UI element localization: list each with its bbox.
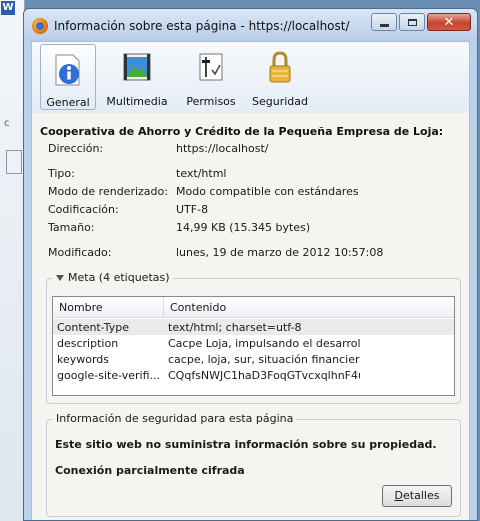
field-value[interactable]: UTF-8 [176,203,208,216]
field-label: Tipo: [48,167,75,180]
field-value[interactable]: text/html [176,167,226,180]
meta-legend: Meta (4 etiquetas) [68,271,170,284]
field-value[interactable]: https://localhost/ [176,142,269,155]
maximize-button[interactable] [399,13,425,31]
security-group: Información de seguridad para esta págin… [46,412,461,517]
table-row[interactable]: keywords cacpe, loja, sur, situación fin… [53,351,454,367]
general-panel: Cooperativa de Ahorro y Crédito de la Pe… [31,113,470,520]
tab-seguridad[interactable]: Seguridad [248,44,312,110]
field-label: Codificación: [48,203,119,216]
tab-general[interactable]: General [40,44,96,110]
media-icon [123,53,151,81]
meta-toggle[interactable]: Meta (4 etiquetas) [53,271,173,284]
close-icon: ✕ [443,14,455,30]
background-text-glyph: c [4,118,10,129]
minimize-button[interactable] [371,13,397,31]
encryption-status: Conexión parcialmente cifrada [55,464,245,477]
tab-multimedia[interactable]: Multimedia [100,44,174,110]
meta-content: cacpe, loja, sur, situación financiera [168,353,360,366]
close-button[interactable]: ✕ [427,13,471,31]
field-label: Modo de renderizado: [48,185,168,198]
page-title: Cooperativa de Ahorro y Crédito de la Pe… [40,125,444,138]
field-value[interactable]: Modo compatible con estándares [176,185,359,198]
table-row[interactable]: description Cacpe Loja, impulsando el de… [53,335,454,351]
tab-seguridad-label: Seguridad [252,95,308,108]
meta-name: Content-Type [57,321,129,334]
meta-table-header: Nombre Contenido [53,297,454,318]
meta-content: Cacpe Loja, impulsando el desarrollo loc… [168,337,360,350]
title-bar[interactable]: Información sobre esta página - https://… [24,9,477,41]
tab-permisos[interactable]: Permisos [179,44,243,110]
tab-multimedia-label: Multimedia [106,95,168,108]
firefox-icon [32,18,48,34]
tab-general-label: General [46,96,90,109]
page-info-window: Información sobre esta página - https://… [23,8,478,521]
expand-triangle-icon [56,275,64,281]
minimize-icon [379,23,389,27]
field-value[interactable]: lunes, 19 de marzo de 2012 10:57:08 [176,246,383,259]
meta-name: description [57,337,119,350]
security-legend: Información de seguridad para esta págin… [53,412,297,425]
table-row[interactable]: google-site-verifi... CQqfsNWJC1haD3FoqG… [53,367,454,383]
column-divider[interactable] [163,297,164,317]
details-label: etalles [403,489,440,502]
tab-permisos-label: Permisos [186,95,236,108]
permissions-icon [199,53,223,81]
tab-toolbar: General Multimedia Permisos Seguridad [31,41,470,114]
background-app: W c [0,0,25,521]
info-icon [55,54,80,86]
background-panel [6,150,22,174]
field-label: Modificado: [48,246,112,259]
details-button[interactable]: Detalles [382,485,452,507]
window-title: Información sobre esta página - https://… [54,19,350,33]
window-controls: ✕ [369,13,471,31]
meta-content: CQqfsNWJC1haD3FoqGTvcxqlhnF4uXFdx1i3lgRp… [168,369,360,382]
meta-table[interactable]: Nombre Contenido Content-Type text/html;… [52,296,455,396]
maximize-icon [407,18,417,26]
column-header-nombre[interactable]: Nombre [59,301,103,314]
column-header-contenido[interactable]: Contenido [170,301,226,314]
lock-icon [269,51,291,83]
meta-name: keywords [57,353,110,366]
meta-name: google-site-verifi... [57,369,161,382]
details-accel: D [394,489,404,502]
meta-group: Meta (4 etiquetas) Nombre Contenido Cont… [46,271,461,404]
ownership-info: Este sitio web no suministra información… [55,438,437,451]
word-app-icon: W [1,1,15,15]
field-label: Tamaño: [48,221,95,234]
field-label: Dirección: [48,142,104,155]
field-value[interactable]: 14,99 KB (15.345 bytes) [176,221,310,234]
table-row[interactable]: Content-Type text/html; charset=utf-8 [53,319,454,335]
meta-content: text/html; charset=utf-8 [168,321,302,334]
